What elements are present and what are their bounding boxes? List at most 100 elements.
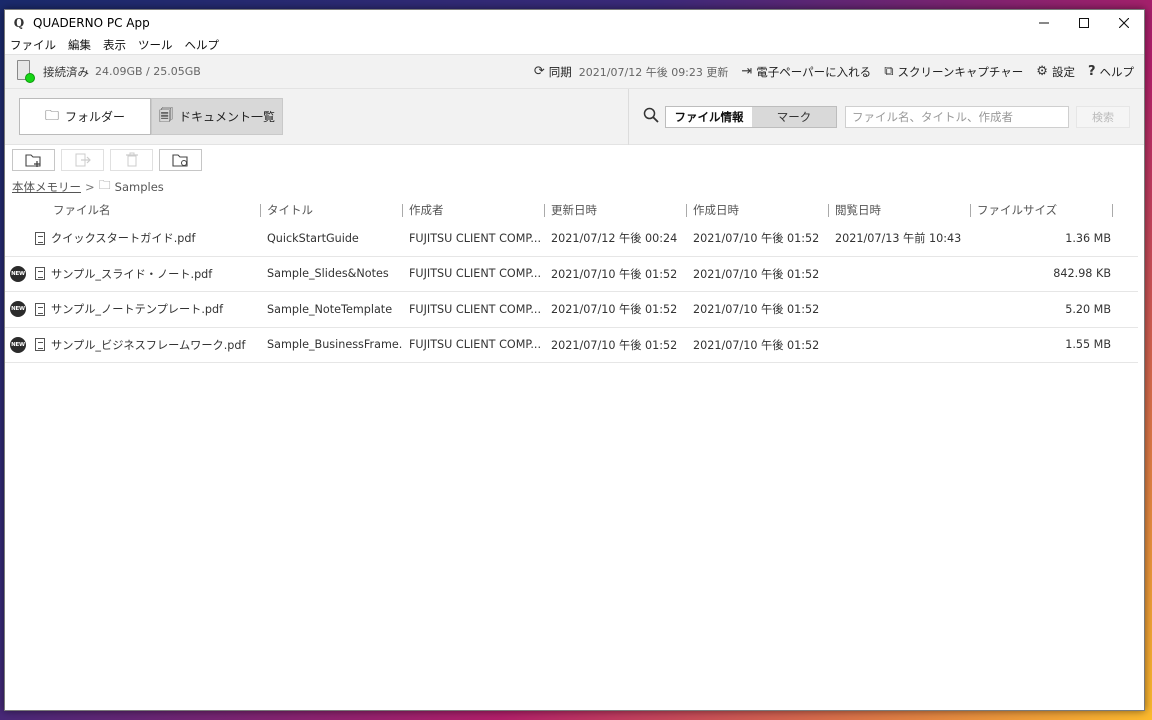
minimize-button[interactable]	[1024, 10, 1064, 36]
cell-title: Sample_BusinessFrame...	[267, 338, 402, 352]
help-button[interactable]: ? ヘルプ	[1088, 64, 1134, 80]
column-header-size[interactable]: ファイルサイズ	[970, 199, 1112, 221]
cell-updated: 2021/07/12 午後 00:24	[551, 232, 678, 246]
column-title-label: タイトル	[267, 203, 313, 217]
column-header-title[interactable]: タイトル	[260, 199, 402, 221]
column-created-label: 作成日時	[693, 203, 739, 217]
maximize-button[interactable]	[1064, 10, 1104, 36]
cell-author: FUJITSU CLIENT COMP...	[409, 231, 542, 245]
column-header-created[interactable]: 作成日時	[686, 199, 828, 221]
search-area: ファイル情報 マーク 検索	[628, 88, 1130, 145]
column-resize-handle[interactable]	[1112, 199, 1122, 221]
app-title: QUADERNO PC App	[33, 16, 150, 30]
breadcrumb-root[interactable]: 本体メモリー	[12, 179, 81, 195]
new-badge: NEW	[10, 336, 26, 353]
new-badge-slot: NEW	[5, 265, 27, 282]
title-bar: Q QUADERNO PC App	[5, 10, 1144, 36]
pdf-document-icon	[35, 231, 45, 245]
import-to-paper-button[interactable]: ⇥ 電子ペーパーに入れる	[741, 64, 871, 80]
search-input[interactable]	[845, 105, 1069, 128]
column-size-label: ファイルサイズ	[977, 203, 1058, 217]
new-badge: NEW	[10, 265, 26, 282]
column-header-viewed[interactable]: 閲覧日時	[828, 199, 970, 221]
cell-name: サンプル_スライド・ノート.pdf	[27, 266, 260, 282]
settings-label: 設定	[1051, 64, 1075, 79]
maximize-icon	[1079, 18, 1089, 28]
column-viewed-label: 閲覧日時	[835, 203, 881, 217]
cell-author: FUJITSU CLIENT COMP...	[409, 302, 542, 316]
new-folder-button[interactable]	[12, 148, 55, 171]
window-controls	[1024, 10, 1144, 36]
cell-title: Sample_Slides&Notes	[267, 267, 389, 281]
screen-capture-button[interactable]: ⧉ スクリーンキャプチャー	[884, 64, 1023, 80]
pdf-document-icon	[35, 338, 45, 352]
search-button[interactable]: 検索	[1076, 105, 1130, 128]
new-badge-slot: NEW	[5, 336, 27, 353]
column-header-author[interactable]: 作成者	[402, 199, 544, 221]
cell-created: 2021/07/10 午後 01:52	[693, 232, 820, 246]
cell-author: FUJITSU CLIENT COMP...	[409, 267, 542, 281]
connection-status: 接続済み	[43, 64, 89, 79]
menu-bar: ファイル 編集 表示 ツール ヘルプ	[5, 36, 1144, 54]
cell-title: Sample_NoteTemplate	[267, 302, 393, 316]
tab-folder-label: フォルダー	[64, 110, 125, 124]
search-mode-file-info[interactable]: ファイル情報	[666, 106, 752, 127]
breadcrumb-current: Samples	[114, 179, 164, 194]
sync-folder-icon	[171, 153, 188, 167]
table-row[interactable]: NEW サンプル_スライド・ノート.pdf Sample_Slides&Note…	[5, 257, 1138, 292]
menu-help[interactable]: ヘルプ	[185, 37, 220, 53]
view-toolbar: 🗀 フォルダー 🗐 ドキュメント一覧 ファイル情報 マーク 検索	[5, 88, 1144, 145]
column-header-name[interactable]: ファイル名	[5, 199, 260, 221]
delete-button[interactable]	[110, 148, 153, 171]
table-row[interactable]: NEW サンプル_ノートテンプレート.pdf Sample_NoteTempla…	[5, 292, 1138, 328]
tab-documents[interactable]: 🗐 ドキュメント一覧	[151, 98, 283, 135]
close-icon	[1119, 18, 1129, 28]
cell-updated: 2021/07/10 午後 01:52	[551, 267, 678, 281]
gear-icon: ⚙	[1036, 64, 1048, 79]
file-action-bar	[5, 145, 1144, 174]
sync-icon: ⟳	[533, 64, 545, 79]
folder-icon: 🗀	[44, 107, 59, 124]
cell-author: FUJITSU CLIENT COMP...	[409, 338, 542, 352]
column-header-updated[interactable]: 更新日時	[544, 199, 686, 221]
tab-folder[interactable]: 🗀 フォルダー	[19, 98, 151, 135]
file-table-header: ファイル名 タイトル 作成者 更新日時 作成日時 閲覧日時 ファイルサイズ	[5, 199, 1144, 221]
sync-folder-button[interactable]	[159, 148, 202, 171]
cell-updated: 2021/07/10 午後 01:52	[551, 338, 678, 352]
cell-created: 2021/07/10 午後 01:52	[693, 267, 820, 281]
folder-icon: 🗀	[98, 178, 111, 192]
file-name: サンプル_ビジネスフレームワーク.pdf	[51, 338, 246, 352]
status-bar: 接続済み 24.09GB / 25.05GB ⟳ 同期 2021/07/12 午…	[5, 54, 1144, 89]
cell-viewed: 2021/07/13 午前 10:43	[835, 232, 962, 246]
menu-edit[interactable]: 編集	[68, 37, 91, 53]
cell-title: QuickStartGuide	[267, 231, 359, 245]
sync-button[interactable]: ⟳ 同期 2021/07/12 午後 09:23 更新	[534, 64, 729, 80]
table-row[interactable]: クイックスタートガイド.pdf QuickStartGuide FUJITSU …	[5, 221, 1138, 257]
file-name: サンプル_ノートテンプレート.pdf	[51, 303, 224, 317]
cell-size: 1.55 MB	[1065, 338, 1111, 352]
search-icon	[643, 107, 659, 127]
settings-button[interactable]: ⚙ 設定	[1036, 64, 1075, 80]
menu-file[interactable]: ファイル	[10, 37, 56, 53]
new-badge-slot: NEW	[5, 301, 27, 318]
table-row[interactable]: NEW サンプル_ビジネスフレームワーク.pdf Sample_Business…	[5, 328, 1138, 363]
search-mode-mark[interactable]: マーク	[752, 106, 836, 127]
cell-created: 2021/07/10 午後 01:52	[693, 338, 820, 352]
import-icon: ⇥	[741, 64, 753, 79]
menu-tools[interactable]: ツール	[138, 37, 173, 53]
move-out-button[interactable]	[61, 148, 104, 171]
menu-view[interactable]: 表示	[103, 37, 126, 53]
tab-documents-label: ドキュメント一覧	[178, 110, 275, 124]
breadcrumb-separator: >	[85, 179, 95, 194]
cell-size: 1.36 MB	[1065, 231, 1111, 245]
capture-label: スクリーンキャプチャー	[897, 64, 1024, 79]
close-button[interactable]	[1104, 10, 1144, 36]
cell-updated: 2021/07/10 午後 01:52	[551, 303, 678, 317]
question-icon: ?	[1087, 64, 1096, 79]
storage-usage: 24.09GB / 25.05GB	[95, 65, 201, 78]
device-icon	[17, 59, 35, 84]
minimize-icon	[1039, 22, 1049, 24]
screen-capture-icon: ⧉	[884, 64, 894, 79]
breadcrumb: 本体メモリー > 🗀 Samples	[5, 174, 1144, 199]
cell-name: サンプル_ノートテンプレート.pdf	[27, 301, 260, 317]
